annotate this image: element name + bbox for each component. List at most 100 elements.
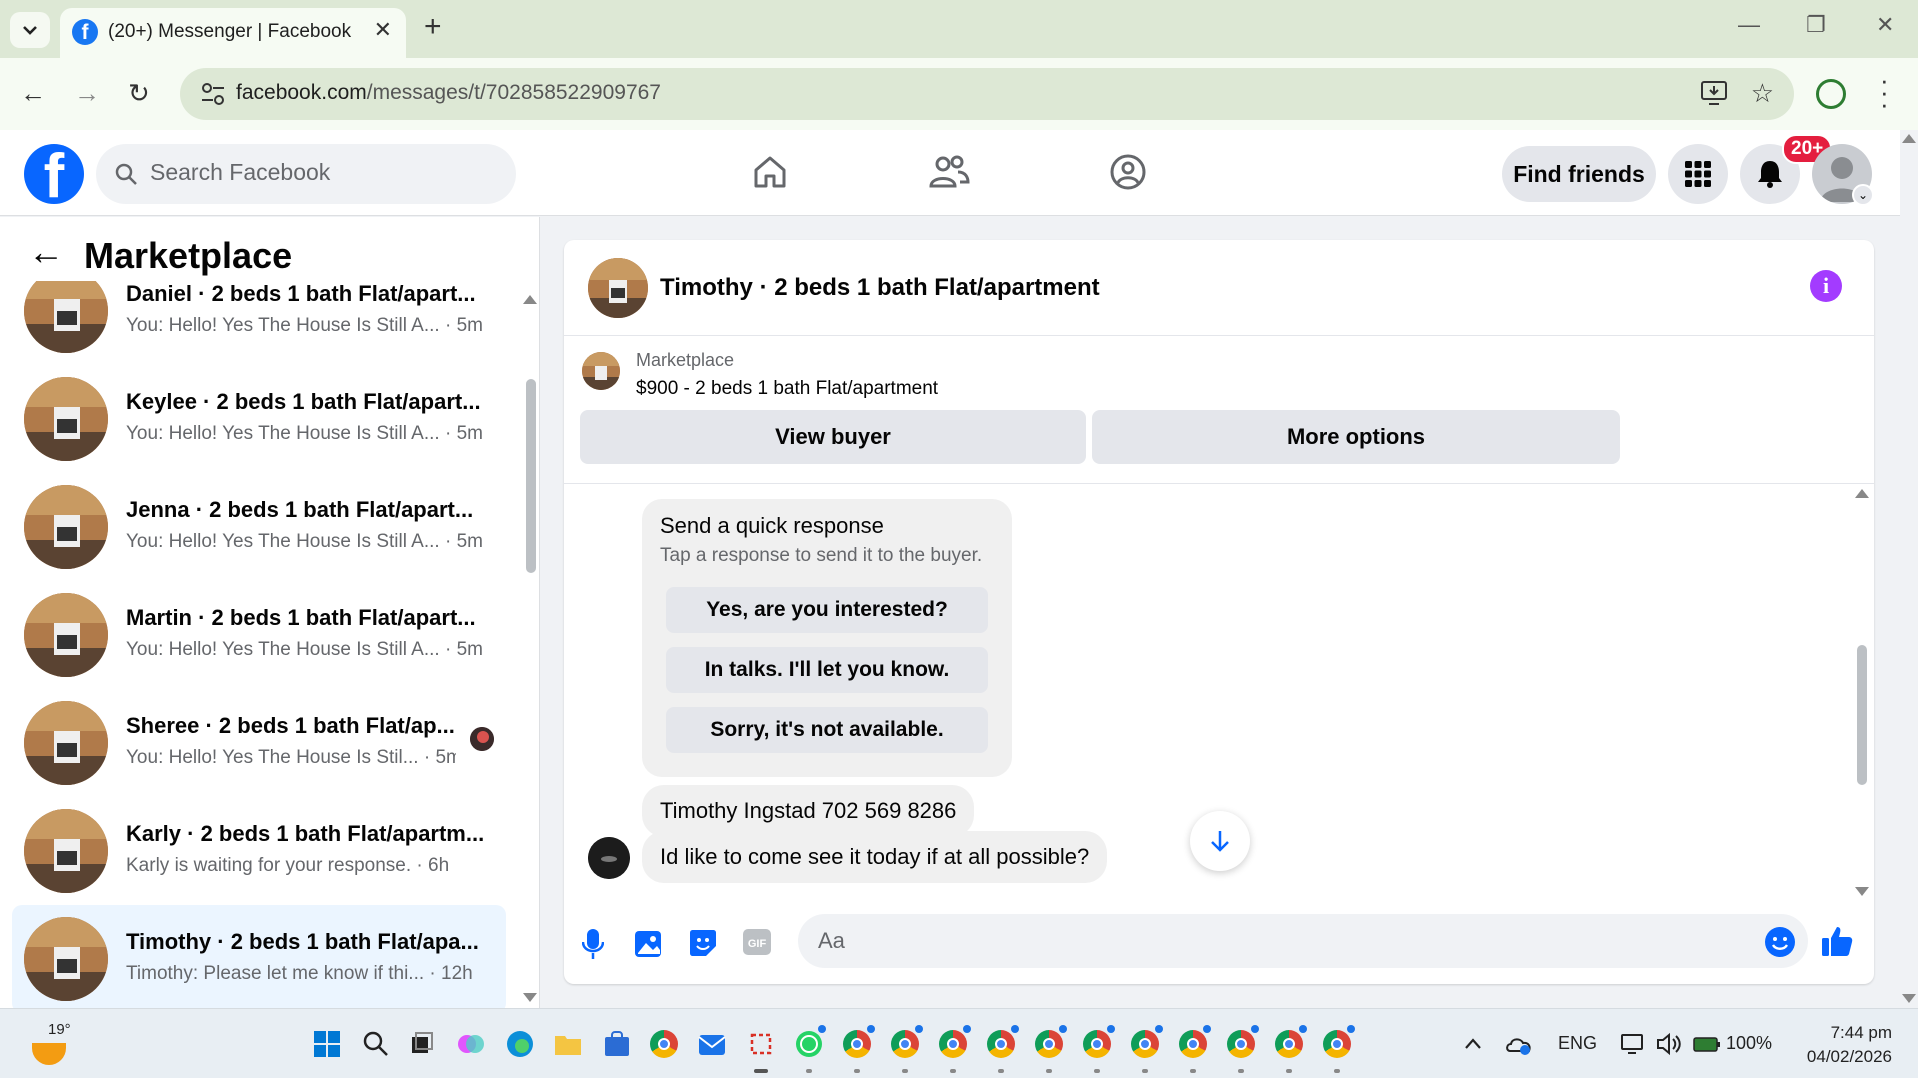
view-buyer-button[interactable]: View buyer (580, 410, 1086, 464)
conversation-item[interactable]: Karly · 2 beds 1 bath Flat/apartm... Kar… (12, 797, 506, 905)
scroll-down-arrow-icon[interactable] (1902, 994, 1916, 1003)
home-icon[interactable] (750, 152, 790, 192)
address-bar[interactable]: facebook.com/messages/t/702858522909767 … (180, 68, 1794, 120)
chat-title[interactable]: Timothy · 2 beds 1 bath Flat/apartment (660, 274, 1100, 302)
sender-avatar[interactable] (588, 837, 630, 879)
taskbar-search-icon[interactable] (361, 1029, 391, 1059)
sidebar-scrollbar[interactable] (520, 217, 539, 1009)
gif-icon[interactable]: GIF (742, 928, 772, 956)
browser-toolbar: ← → ↻ facebook.com/messages/t/7028585229… (0, 58, 1918, 130)
weather-widget[interactable]: 19° (28, 1021, 98, 1071)
page-scrollbar[interactable] (1900, 130, 1918, 1008)
close-window-icon[interactable]: ✕ (1876, 12, 1894, 38)
groups-icon[interactable] (1108, 152, 1148, 192)
listing-thumbnail (24, 809, 108, 893)
chrome-icon[interactable] (1227, 1030, 1255, 1058)
browser-menu-icon[interactable]: · · · (1880, 67, 1889, 117)
chrome-icon[interactable] (650, 1030, 678, 1058)
battery-icon[interactable] (1692, 1029, 1722, 1059)
thread-scrollbar[interactable] (1852, 485, 1872, 900)
scroll-down-arrow-icon[interactable] (1855, 887, 1869, 896)
facebook-logo-icon[interactable]: f (24, 144, 84, 204)
sticker-icon[interactable] (688, 928, 718, 958)
browser-profile-icon[interactable] (1816, 79, 1846, 109)
friends-icon[interactable] (928, 152, 970, 192)
scroll-down-arrow-icon[interactable] (523, 993, 537, 1002)
chrome-icon[interactable] (1275, 1030, 1303, 1058)
snipping-tool-icon[interactable] (746, 1029, 776, 1059)
language-indicator[interactable]: ENG (1558, 1033, 1597, 1054)
message-input[interactable] (798, 914, 1808, 968)
scroll-up-arrow-icon[interactable] (523, 295, 537, 304)
account-chevron-icon[interactable]: ⌄ (1852, 184, 1874, 206)
clock[interactable]: 7:44 pm 04/02/2026 (1786, 1021, 1892, 1069)
info-icon[interactable]: i (1810, 270, 1842, 302)
url-text[interactable]: facebook.com/messages/t/702858522909767 (236, 81, 661, 105)
file-explorer-icon[interactable] (553, 1029, 583, 1059)
search-bar[interactable] (96, 144, 516, 204)
chrome-icon[interactable] (1131, 1030, 1159, 1058)
forward-icon[interactable]: → (74, 78, 100, 108)
conversation-item[interactable]: Keylee · 2 beds 1 bath Flat/apart... You… (12, 365, 506, 473)
chrome-icon[interactable] (1179, 1030, 1207, 1058)
chat-header: Timothy · 2 beds 1 bath Flat/apartment i (564, 240, 1874, 336)
sidebar-scroll-thumb[interactable] (526, 379, 536, 573)
emoji-icon[interactable] (1764, 926, 1796, 958)
conversation-item-active[interactable]: Timothy · 2 beds 1 bath Flat/apa... Timo… (12, 905, 506, 1009)
scroll-up-arrow-icon[interactable] (1902, 134, 1916, 143)
restore-icon[interactable]: ❐ (1806, 12, 1826, 38)
scroll-to-bottom-button[interactable] (1190, 811, 1250, 871)
whatsapp-icon[interactable] (794, 1029, 824, 1059)
thumbs-up-icon[interactable] (1820, 924, 1854, 958)
back-icon[interactable]: ← (20, 78, 46, 108)
chrome-icon[interactable] (987, 1030, 1015, 1058)
edge-icon[interactable] (505, 1029, 535, 1059)
photo-icon[interactable] (634, 928, 662, 958)
network-icon[interactable] (1618, 1029, 1648, 1059)
tab-search-button[interactable] (10, 12, 50, 48)
quick-response-option[interactable]: Yes, are you interested? (666, 587, 988, 633)
quick-response-option[interactable]: In talks. I'll let you know. (666, 647, 988, 693)
scroll-up-arrow-icon[interactable] (1855, 489, 1869, 498)
reload-icon[interactable]: ↻ (128, 78, 150, 108)
conversation-item[interactable]: Sheree · 2 beds 1 bath Flat/ap... You: H… (12, 689, 506, 797)
bookmark-star-icon[interactable]: ☆ (1751, 78, 1774, 109)
search-input[interactable] (150, 159, 490, 186)
conversation-item[interactable]: Jenna · 2 beds 1 bath Flat/apart... You:… (12, 473, 506, 581)
listing-detail[interactable]: $900 - 2 beds 1 bath Flat/apartment (636, 378, 938, 400)
task-view-icon[interactable] (406, 1029, 436, 1059)
more-options-button[interactable]: More options (1092, 410, 1620, 464)
minimize-icon[interactable]: — (1738, 12, 1760, 38)
thread-scroll-thumb[interactable] (1857, 645, 1867, 785)
microphone-icon[interactable] (582, 928, 604, 960)
chrome-icon[interactable] (1035, 1030, 1063, 1058)
chrome-icon[interactable] (1083, 1030, 1111, 1058)
chrome-icon[interactable] (939, 1030, 967, 1058)
chat-listing-avatar[interactable] (588, 258, 648, 318)
new-tab-button[interactable]: + (424, 12, 442, 42)
install-app-icon[interactable] (1700, 80, 1728, 106)
find-friends-button[interactable]: Find friends (1502, 146, 1656, 202)
back-arrow-icon[interactable]: ← (28, 234, 64, 270)
close-tab-icon[interactable]: ✕ (374, 17, 392, 43)
menu-button[interactable] (1668, 144, 1728, 204)
conversation-preview: You: Hello! Yes The House Is Still A... … (126, 315, 483, 336)
quick-response-option[interactable]: Sorry, it's not available. (666, 707, 988, 753)
windows-start-icon[interactable] (312, 1029, 342, 1059)
chrome-icon[interactable] (891, 1030, 919, 1058)
show-hidden-icons-chevron-up-icon[interactable] (1458, 1029, 1488, 1059)
message-bubble[interactable]: Id like to come see it today if at all p… (642, 831, 1108, 883)
chrome-icon[interactable] (1323, 1030, 1351, 1058)
active-browser-tab[interactable]: f (20+) Messenger | Facebook ✕ (60, 8, 406, 58)
conversation-item[interactable]: Martin · 2 beds 1 bath Flat/apart... You… (12, 581, 506, 689)
onedrive-sync-icon[interactable] (1504, 1029, 1534, 1059)
store-icon[interactable] (602, 1029, 632, 1059)
volume-icon[interactable] (1654, 1029, 1684, 1059)
running-indicator (854, 1069, 860, 1073)
outlook-icon[interactable] (697, 1029, 727, 1059)
message-bubble[interactable]: Timothy Ingstad 702 569 8286 (642, 785, 975, 837)
chrome-icon[interactable] (843, 1030, 871, 1058)
copilot-icon[interactable] (456, 1029, 486, 1059)
message-thread: Send a quick response Tap a response to … (564, 485, 1874, 900)
site-info-icon[interactable] (200, 80, 226, 108)
